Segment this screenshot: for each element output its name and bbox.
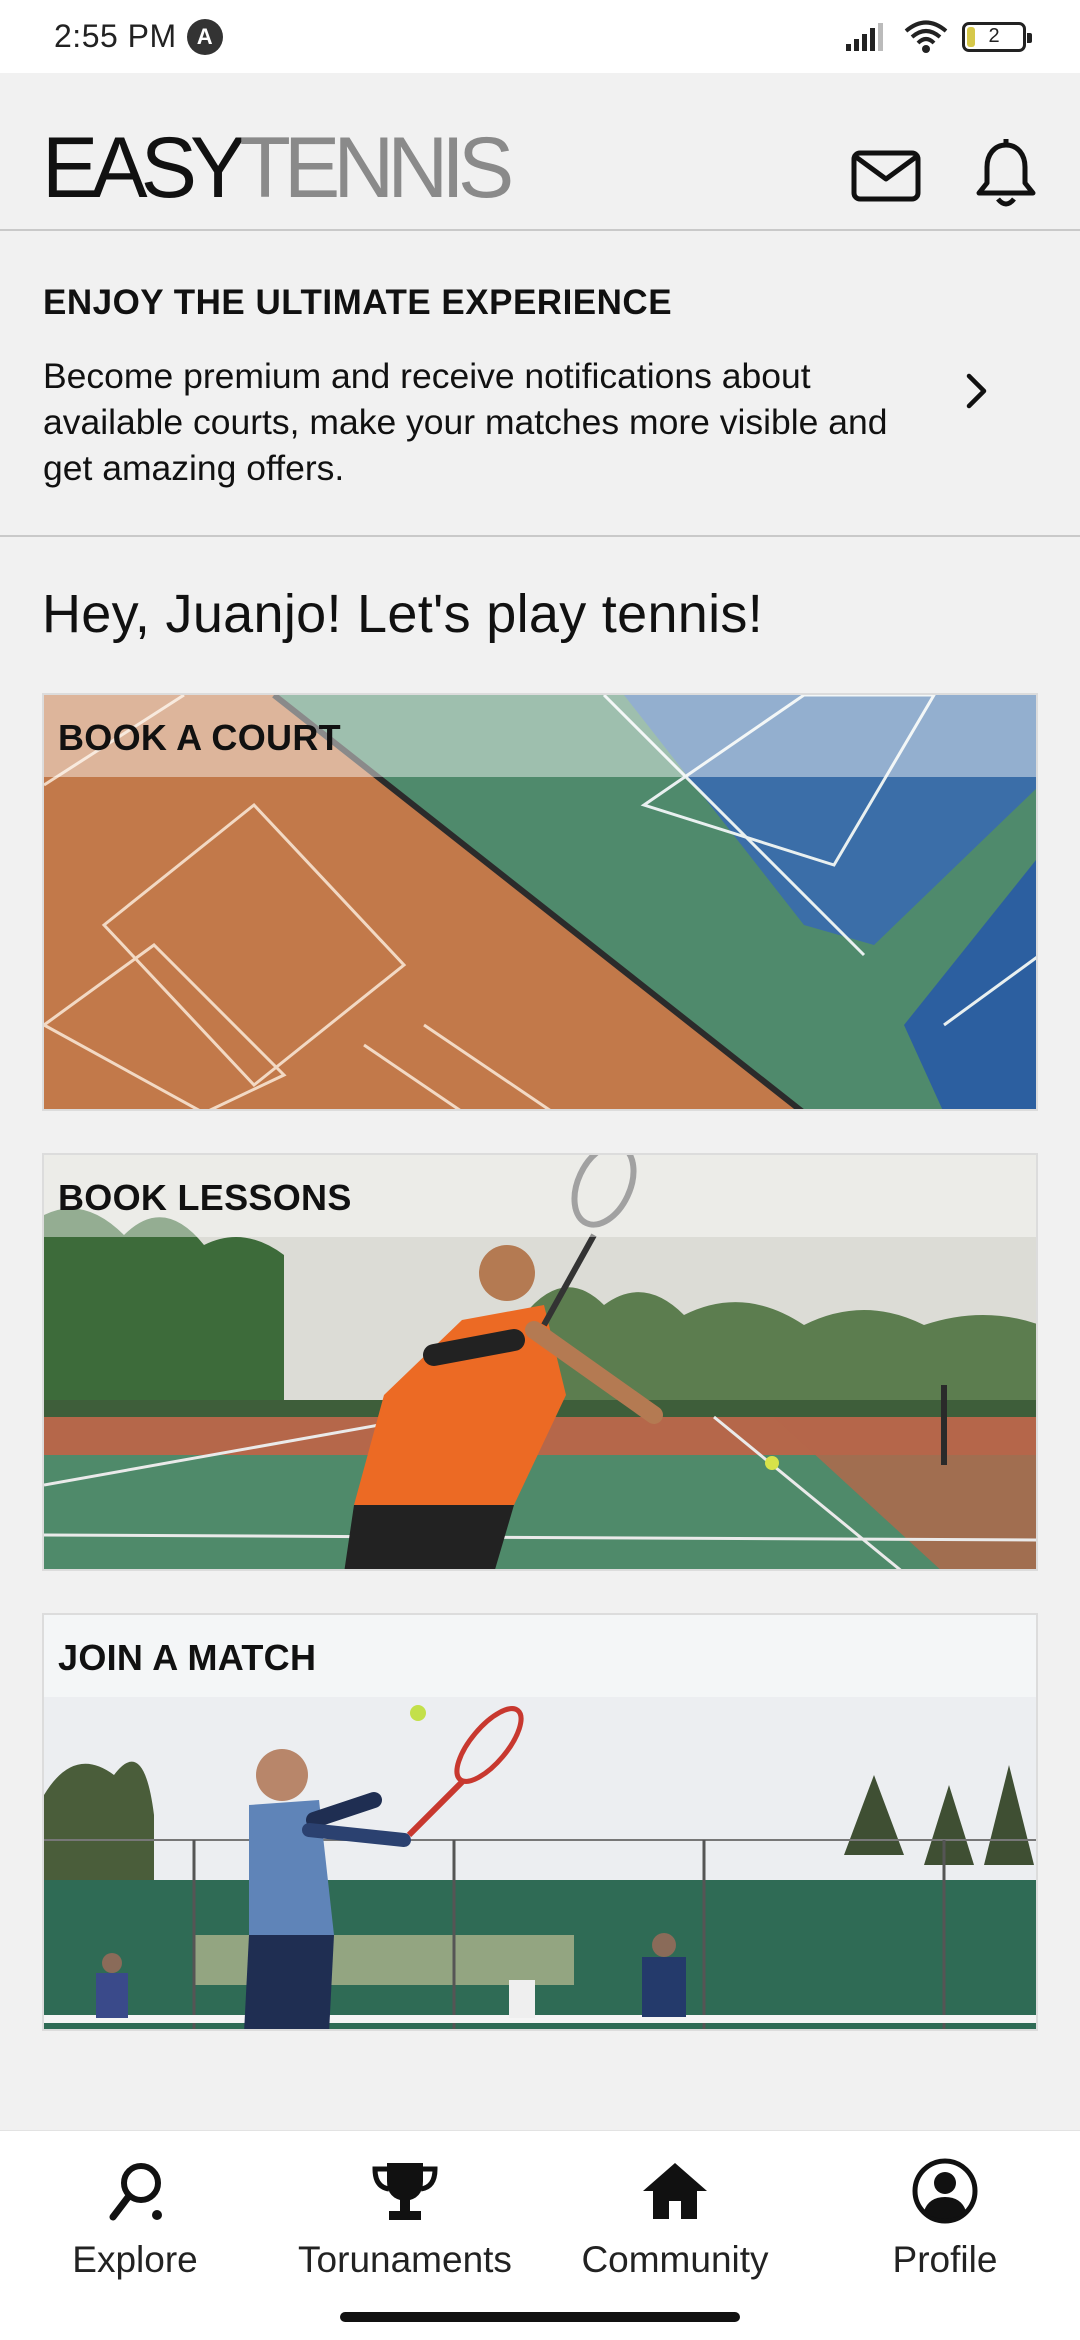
- premium-promo-banner[interactable]: ENJOY THE ULTIMATE EXPERIENCE Become pre…: [0, 231, 1080, 537]
- nav-tournaments[interactable]: Torunaments: [270, 2155, 540, 2281]
- home-icon: [643, 2163, 707, 2219]
- notification-badge-icon: A: [186, 18, 223, 55]
- logo-tennis: TENNIS: [239, 120, 514, 216]
- bell-icon[interactable]: [966, 135, 1046, 215]
- book-court-card[interactable]: BOOK A COURT: [42, 693, 1038, 1111]
- nav-explore[interactable]: Explore: [0, 2155, 270, 2281]
- wifi-icon: [904, 20, 948, 53]
- battery-level: 2: [988, 25, 1000, 47]
- nav-community-label: Community: [581, 2239, 769, 2280]
- chevron-right-icon[interactable]: [952, 366, 1002, 416]
- nav-profile-label: Profile: [892, 2239, 998, 2280]
- profile-icon: [912, 2158, 978, 2224]
- nav-tournaments-label: Torunaments: [298, 2239, 512, 2280]
- battery-icon: 2: [962, 21, 1032, 52]
- book-court-label: BOOK A COURT: [58, 717, 341, 758]
- app-header: EASYTENNIS: [0, 73, 1080, 231]
- app-logo[interactable]: EASYTENNIS: [42, 125, 514, 211]
- trophy-icon: [372, 2163, 438, 2220]
- book-lessons-label: BOOK LESSONS: [58, 1177, 352, 1218]
- bottom-navigation: Explore Torunaments Community Profile: [0, 2130, 1080, 2340]
- join-match-label: JOIN A MATCH: [58, 1637, 317, 1678]
- join-match-card[interactable]: JOIN A MATCH: [42, 1613, 1038, 2031]
- nav-explore-label: Explore: [72, 2239, 198, 2280]
- greeting-text: Hey, Juanjo! Let's play tennis!: [42, 584, 764, 644]
- nav-profile[interactable]: Profile: [810, 2155, 1080, 2281]
- signal-icon: [846, 22, 883, 51]
- promo-title: ENJOY THE ULTIMATE EXPERIENCE: [43, 283, 673, 322]
- logo-easy: EASY: [42, 120, 246, 216]
- home-indicator[interactable]: [340, 2312, 740, 2322]
- mail-icon[interactable]: [846, 135, 926, 215]
- promo-text: Become premium and receive notifications…: [43, 356, 888, 488]
- status-time: 2:55 PM: [54, 18, 177, 54]
- explore-icon: [109, 2163, 162, 2221]
- status-bar: 2:55 PM A 2: [0, 0, 1080, 73]
- status-icons: 2: [844, 20, 1032, 54]
- nav-community[interactable]: Community: [540, 2155, 810, 2281]
- book-lessons-card[interactable]: BOOK LESSONS: [42, 1153, 1038, 1571]
- app-screen: 2:55 PM A 2 EASYTENNIS ENJOY THE ULTIMAT…: [0, 0, 1080, 2340]
